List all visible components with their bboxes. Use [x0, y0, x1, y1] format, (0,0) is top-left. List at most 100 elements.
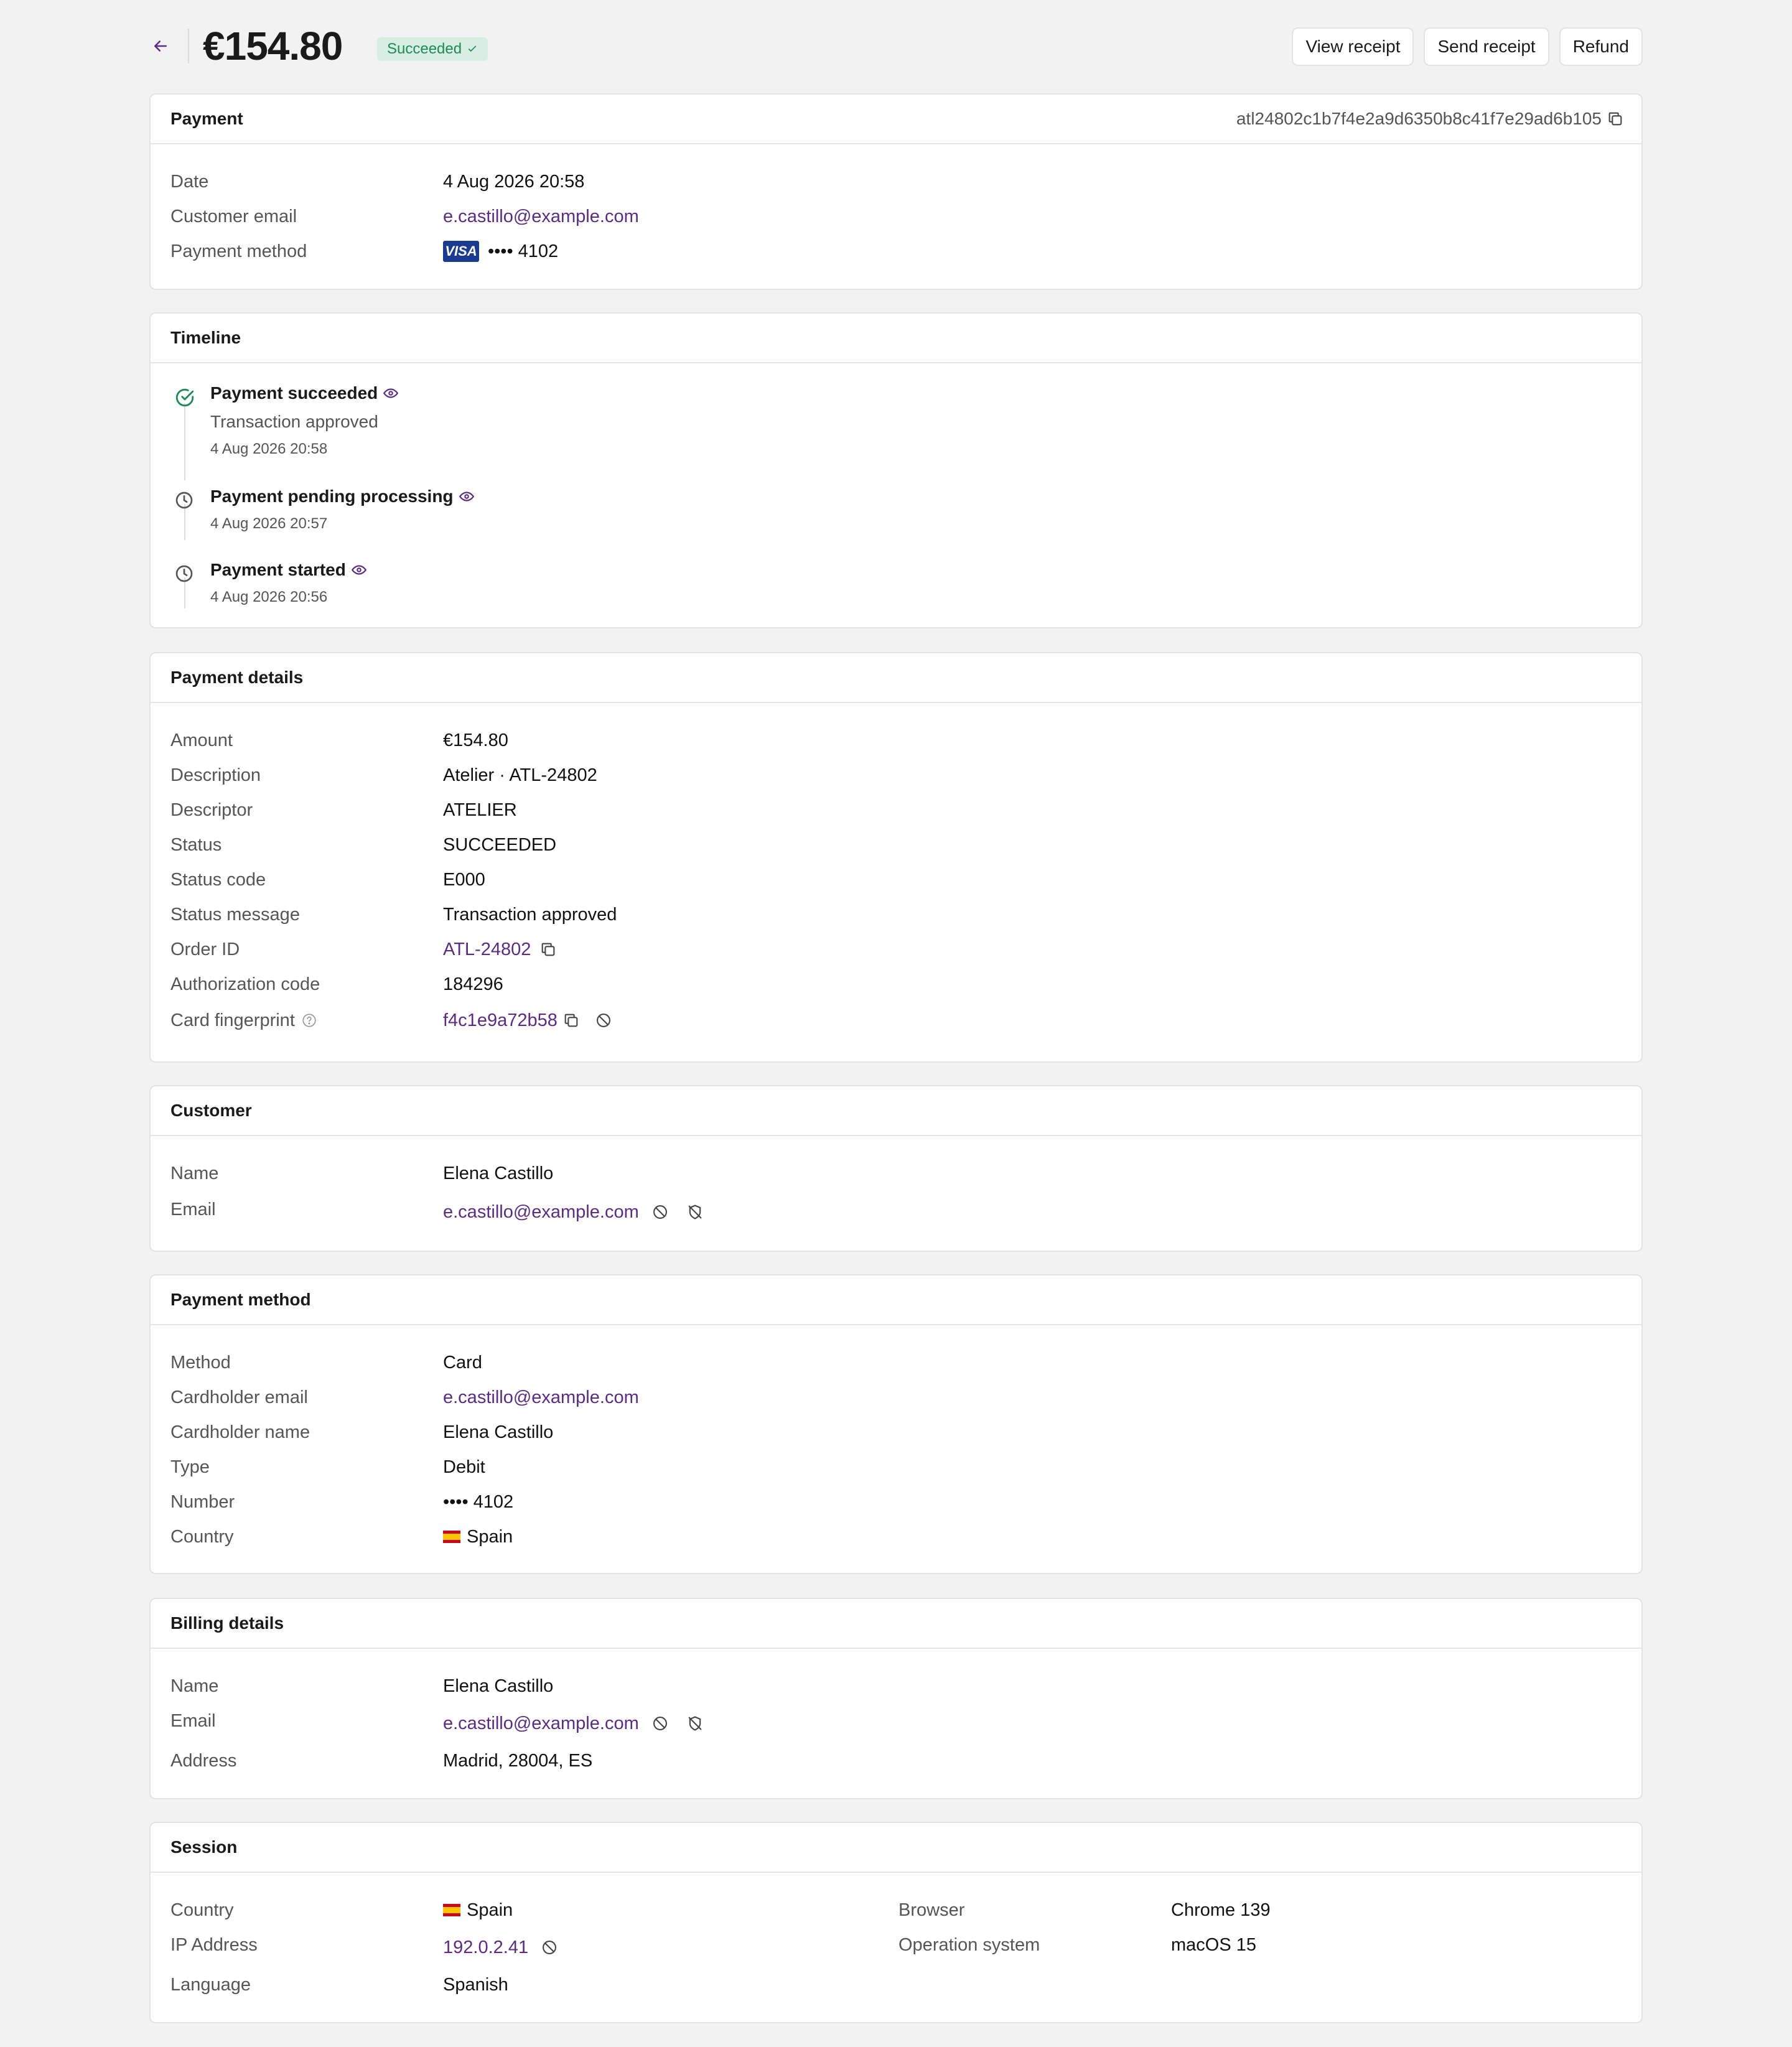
- row-amount: Amount €154.80: [170, 728, 1622, 753]
- billing-details-card: Billing details Name Elena Castillo Emai…: [149, 1598, 1643, 1799]
- eye-icon[interactable]: [459, 488, 475, 505]
- country-name: Spain: [467, 1527, 513, 1547]
- row-label: Descriptor: [170, 800, 253, 820]
- row-value: •••• 4102: [443, 1492, 514, 1512]
- row-label: IP Address: [170, 1935, 258, 1955]
- event-title-text: Payment succeeded: [210, 383, 378, 403]
- row-value: ATELIER: [443, 800, 517, 820]
- row-value: ATL-24802: [443, 937, 557, 962]
- help-icon[interactable]: [301, 1012, 317, 1028]
- row-status-code: Status code E000: [170, 867, 1622, 892]
- payment-id: atl24802c1b7f4e2a9d6350b8c41f7e29ad6b105: [1236, 95, 1624, 143]
- back-arrow-icon[interactable]: [149, 34, 172, 58]
- row-value: 184296: [443, 974, 503, 994]
- session-card: Session Country Spain Browser Chrome 139…: [149, 1822, 1643, 2023]
- row-value: 192.0.2.41: [443, 1935, 558, 1960]
- row-label: Customer email: [170, 207, 297, 226]
- event-title-text: Payment pending processing: [210, 487, 454, 506]
- row-value: Spain: [443, 1898, 513, 1923]
- customer-card: Customer Name Elena Castillo Email e.cas…: [149, 1085, 1643, 1252]
- payment-card: Payment atl24802c1b7f4e2a9d6350b8c41f7e2…: [149, 93, 1643, 290]
- block-icon[interactable]: [651, 1715, 669, 1732]
- row-status: Status SUCCEEDED: [170, 832, 1622, 857]
- timeline-event-title: Payment succeeded: [210, 383, 399, 403]
- shield-off-icon[interactable]: [686, 1203, 704, 1221]
- row-label: Cardholder name: [170, 1422, 310, 1442]
- row-value: macOS 15: [1171, 1935, 1256, 1955]
- refund-button[interactable]: Refund: [1559, 27, 1643, 66]
- country-name: Spain: [467, 1900, 513, 1920]
- row-label: Address: [170, 1751, 237, 1771]
- fingerprint-label: Card fingerprint: [170, 1010, 295, 1030]
- ip-address-link[interactable]: 192.0.2.41: [443, 1935, 528, 1960]
- row-value: VISA •••• 4102: [443, 239, 558, 264]
- send-receipt-button[interactable]: Send receipt: [1424, 27, 1549, 66]
- row-label: Cardholder email: [170, 1387, 308, 1407]
- row-label: Description: [170, 765, 261, 785]
- customer-email-link[interactable]: e.castillo@example.com: [443, 1200, 639, 1224]
- row-descriptor: Descriptor ATELIER: [170, 798, 1622, 823]
- session-card-header: Session: [151, 1823, 1641, 1873]
- card-title: Payment method: [170, 1290, 311, 1309]
- timeline-event-title: Payment started: [210, 560, 367, 580]
- row-label: Country: [170, 1527, 234, 1547]
- copy-icon[interactable]: [562, 1012, 580, 1029]
- row-label: Browser: [898, 1900, 965, 1920]
- card-title: Customer: [170, 1101, 252, 1120]
- row-value: E000: [443, 870, 485, 890]
- row-value: Spain: [443, 1524, 513, 1549]
- row-type: Type Debit: [170, 1455, 1622, 1480]
- view-receipt-button[interactable]: View receipt: [1292, 27, 1414, 66]
- card-title: Payment details: [170, 668, 304, 687]
- row-value: Elena Castillo: [443, 1676, 554, 1696]
- row-cardholder-email: Cardholder email e.castillo@example.com: [170, 1385, 1622, 1410]
- cardholder-email-link[interactable]: e.castillo@example.com: [443, 1385, 639, 1410]
- fingerprint-link[interactable]: f4c1e9a72b58: [443, 1008, 558, 1033]
- spain-flag-icon: [443, 1904, 460, 1916]
- timeline-event-title: Payment pending processing: [210, 487, 475, 506]
- row-value: SUCCEEDED: [443, 835, 557, 855]
- row-payment-method: Payment method VISA •••• 4102: [170, 239, 1622, 264]
- row-value: f4c1e9a72b58: [443, 1008, 612, 1033]
- copy-icon[interactable]: [1607, 110, 1624, 128]
- payment-id-value: atl24802c1b7f4e2a9d6350b8c41f7e29ad6b105: [1236, 109, 1602, 128]
- eye-icon[interactable]: [383, 385, 399, 401]
- shield-off-icon[interactable]: [686, 1715, 704, 1732]
- row-email: Email e.castillo@example.com: [170, 1709, 1622, 1733]
- block-icon[interactable]: [595, 1012, 612, 1029]
- block-icon[interactable]: [651, 1203, 669, 1221]
- payment-details-card-header: Payment details: [151, 653, 1641, 703]
- row-value: €154.80: [443, 730, 508, 750]
- timeline-event-date: 4 Aug 2026 20:57: [210, 515, 328, 532]
- row-label: Operation system: [898, 1935, 1040, 1955]
- row-status-message: Status message Transaction approved: [170, 902, 1622, 927]
- timeline-event-subtitle: Transaction approved: [210, 412, 378, 431]
- billing-email-link[interactable]: e.castillo@example.com: [443, 1711, 639, 1736]
- row-customer-email: Customer email e.castillo@example.com: [170, 204, 1622, 229]
- payment-details-card: Payment details Amount €154.80 Descripti…: [149, 652, 1643, 1063]
- timeline-connector: [184, 403, 185, 480]
- row-method: Method Card: [170, 1350, 1622, 1375]
- row-label: Status message: [170, 905, 300, 925]
- row-label: Name: [170, 1676, 219, 1696]
- page-header: €154.80 Succeeded View receipt Send rece…: [149, 0, 1643, 93]
- block-icon[interactable]: [541, 1939, 558, 1956]
- row-label: Status code: [170, 870, 266, 890]
- row-value: e.castillo@example.com: [443, 1711, 704, 1736]
- order-id-link[interactable]: ATL-24802: [443, 937, 531, 962]
- row-label: Name: [170, 1163, 219, 1183]
- row-value: Elena Castillo: [443, 1422, 554, 1442]
- card-title: Payment: [170, 109, 243, 128]
- eye-icon[interactable]: [351, 562, 367, 578]
- row-value: e.castillo@example.com: [443, 1200, 704, 1224]
- payment-amount: €154.80: [203, 24, 343, 68]
- header-divider: [188, 29, 189, 63]
- row-cardholder-name: Cardholder name Elena Castillo: [170, 1420, 1622, 1445]
- row-language: Language Spanish: [170, 1972, 1622, 1997]
- clock-icon: [174, 564, 194, 584]
- row-label: Email: [170, 1200, 216, 1219]
- row-country: Country Spain: [170, 1524, 1622, 1549]
- copy-icon[interactable]: [539, 941, 557, 958]
- timeline-card-header: Timeline: [151, 314, 1641, 363]
- customer-email-link[interactable]: e.castillo@example.com: [443, 204, 639, 229]
